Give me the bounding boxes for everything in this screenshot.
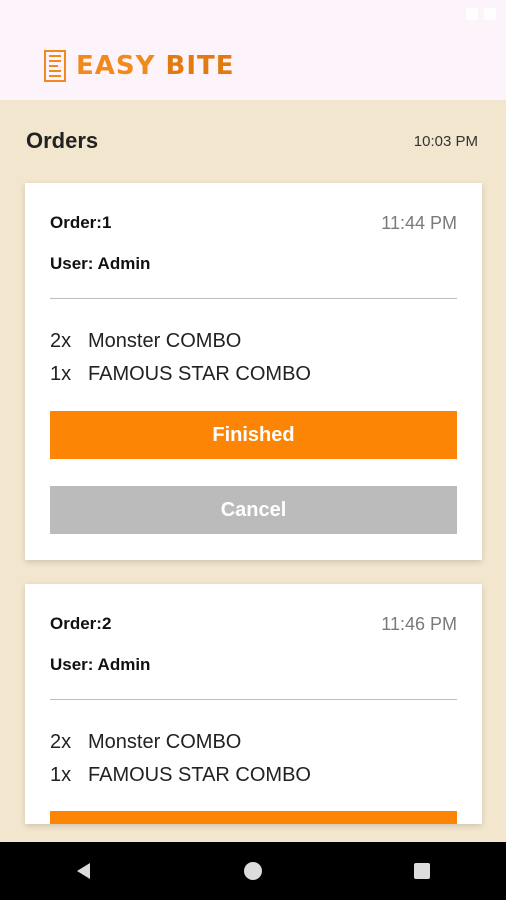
brand-word-easy: EASY — [76, 51, 156, 81]
current-time: 10:03 PM — [413, 133, 478, 150]
recents-button[interactable] — [402, 851, 442, 891]
order-number: Order:2 — [50, 614, 112, 633]
order-user: User: Admin — [50, 254, 151, 273]
order-items-list: 2x Monster COMBO 1x FAMOUS STAR COMBO — [50, 726, 311, 792]
app-screen: EASY BITE Orders 10:03 PM Order:1 11:44 … — [0, 0, 506, 900]
home-button[interactable] — [233, 851, 273, 891]
home-circle-icon — [243, 862, 262, 880]
back-triangle-icon — [77, 863, 91, 879]
item-name: FAMOUS STAR COMBO — [88, 363, 311, 385]
recents-square-icon — [413, 863, 430, 879]
battery-icon — [484, 8, 496, 20]
item-name: FAMOUS STAR COMBO — [88, 764, 311, 786]
order-items-list: 2x Monster COMBO 1x FAMOUS STAR COMBO — [50, 325, 311, 391]
easy-bite-logo-icon — [44, 50, 66, 82]
system-nav-bar — [0, 842, 506, 900]
item-quantity: 2x — [50, 330, 72, 352]
app-brand: EASY BITE — [76, 51, 235, 81]
list-item: 2x Monster COMBO — [50, 325, 311, 358]
brand-word-bite: BITE — [165, 51, 235, 81]
status-icons — [466, 8, 496, 20]
cancel-button[interactable]: Cancel — [50, 486, 457, 534]
item-name: Monster COMBO — [88, 330, 242, 352]
list-item: 1x FAMOUS STAR COMBO — [50, 358, 311, 391]
order-number: Order:1 — [50, 213, 112, 232]
order-card: Order:2 11:46 PM User: Admin 2x Monster … — [25, 584, 482, 824]
order-user: User: Admin — [50, 655, 151, 674]
finished-button[interactable] — [50, 811, 457, 824]
divider — [50, 699, 457, 700]
back-button[interactable] — [64, 851, 104, 891]
order-time: 11:44 PM — [381, 213, 457, 233]
status-bar — [0, 0, 506, 32]
item-quantity: 1x — [50, 764, 72, 786]
divider — [50, 298, 457, 299]
order-time: 11:46 PM — [381, 614, 457, 634]
list-item: 1x FAMOUS STAR COMBO — [50, 759, 311, 792]
item-quantity: 2x — [50, 731, 72, 753]
wifi-icon — [466, 8, 478, 20]
finished-button[interactable]: Finished — [50, 411, 457, 459]
item-name: Monster COMBO — [88, 731, 242, 753]
order-card: Order:1 11:44 PM User: Admin 2x Monster … — [25, 183, 482, 560]
page-title: Orders — [26, 128, 99, 153]
list-item: 2x Monster COMBO — [50, 726, 311, 759]
item-quantity: 1x — [50, 363, 72, 385]
app-header: EASY BITE — [0, 32, 506, 100]
